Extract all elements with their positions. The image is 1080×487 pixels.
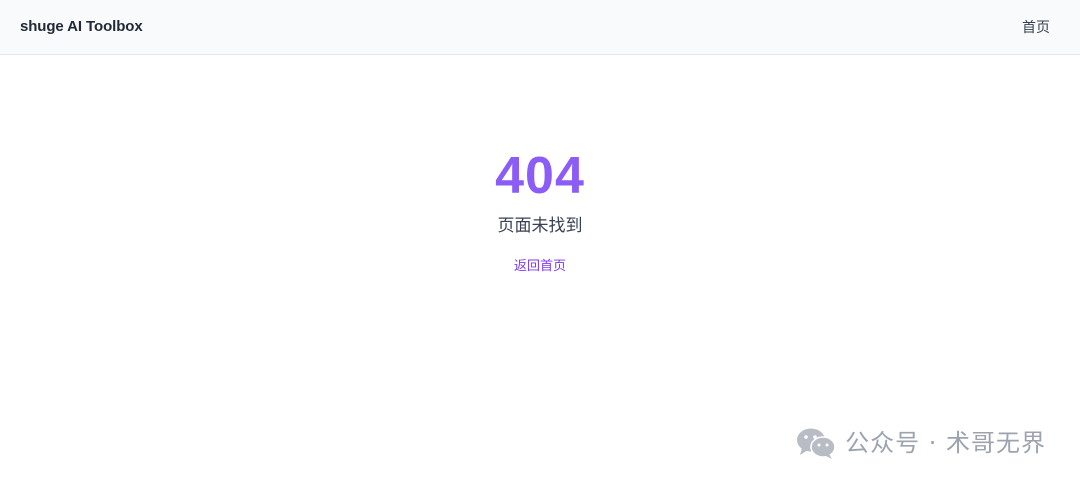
- page: shuge AI Toolbox 首页 404 页面未找到 返回首页 公众号 ·…: [0, 0, 1080, 487]
- back-home-link[interactable]: 返回首页: [514, 256, 566, 276]
- not-found-panel: 404 页面未找到 返回首页: [0, 140, 1080, 276]
- watermark: 公众号 · 术哥无界: [795, 426, 1046, 460]
- wechat-icon: [797, 428, 836, 459]
- watermark-text: 公众号 · 术哥无界: [845, 429, 1046, 457]
- error-message: 页面未找到: [497, 216, 583, 235]
- brand-link[interactable]: shuge AI Toolbox: [20, 17, 143, 37]
- error-code: 404: [495, 147, 585, 205]
- top-navbar: shuge AI Toolbox 首页: [0, 0, 1080, 55]
- nav-link-home[interactable]: 首页: [1022, 17, 1050, 37]
